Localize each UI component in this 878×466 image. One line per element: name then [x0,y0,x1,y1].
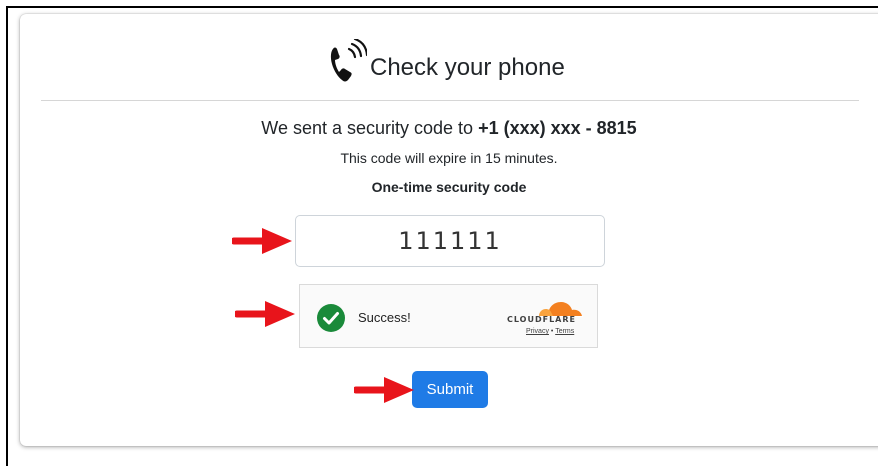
submit-button[interactable]: Submit [412,371,488,408]
header: Check your phone [20,14,878,100]
security-code-input[interactable] [295,215,605,267]
cloudflare-wordmark: CLOUDFLARE [507,315,576,324]
sent-prefix: We sent a security code to [261,118,479,138]
terms-link[interactable]: Terms [555,328,574,335]
phone-number: +1 (xxx) xxx - 8815 [478,118,637,138]
phone-ringing-icon [330,39,367,82]
annotation-arrow-code [232,228,292,254]
cloudflare-captcha-widget[interactable]: Success! CLOUDFLARE Privacy • Terms [299,284,598,348]
privacy-link[interactable]: Privacy [526,328,549,335]
expire-message: This code will expire in 15 minutes. [340,150,558,166]
code-label: One-time security code [371,179,527,195]
annotation-arrow-captcha [235,301,295,327]
captcha-links: Privacy • Terms [526,328,574,335]
check-circle-icon [317,304,345,332]
sent-message: We sent a security code to +1 (xxx) xxx … [20,118,878,139]
verification-card: Check your phone We sent a security code… [20,14,878,446]
captcha-status: Success! [358,310,411,325]
page-title: Check your phone [370,54,565,81]
divider [41,100,859,101]
link-separator: • [550,328,554,335]
annotation-arrow-submit [354,377,414,403]
